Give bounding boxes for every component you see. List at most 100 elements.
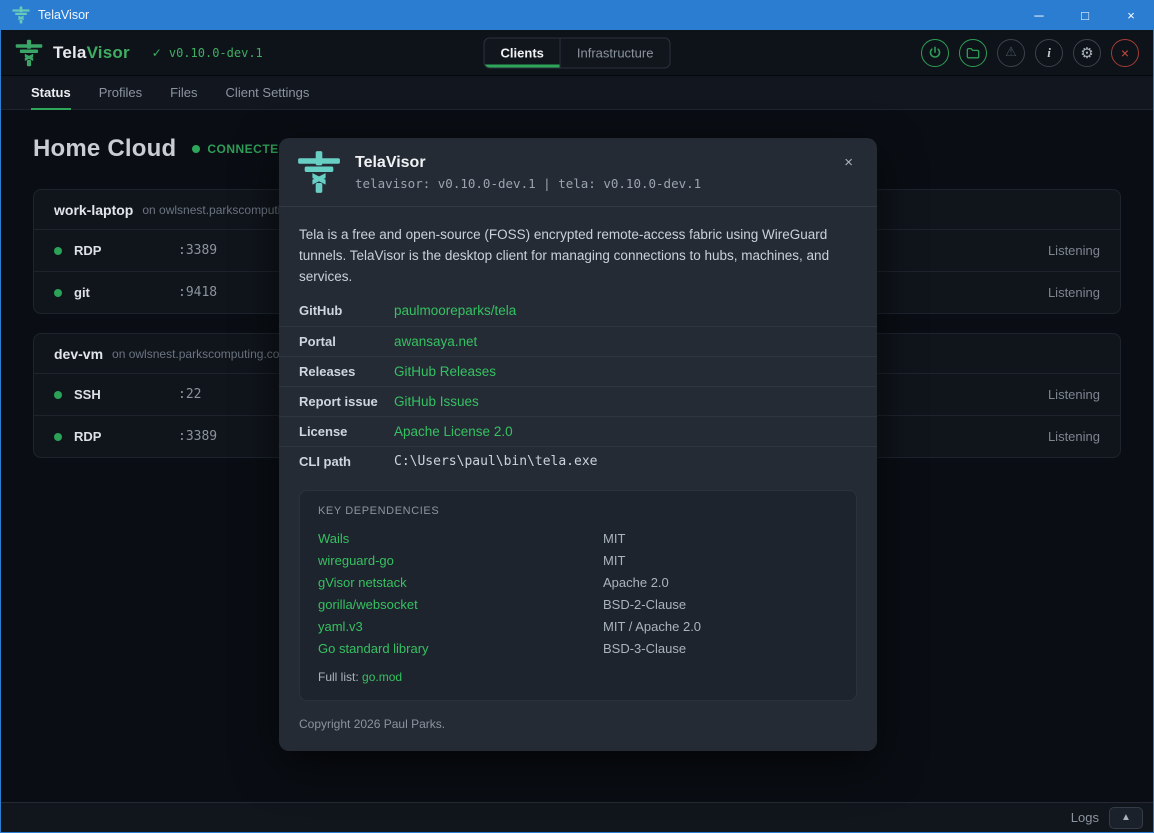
- service-status: Listening: [1048, 429, 1100, 444]
- about-link-row: CLI path C:\Users\paul\bin\tela.exe: [279, 446, 877, 476]
- about-links: GitHub paulmooreparks/tela Portal awansa…: [279, 296, 877, 476]
- close-icon: ×: [1121, 45, 1129, 61]
- subnav-item-status[interactable]: Status: [31, 76, 71, 109]
- link-label: Releases: [299, 364, 394, 379]
- report-issue-link[interactable]: GitHub Issues: [394, 394, 479, 409]
- dependency-link[interactable]: Wails: [318, 531, 603, 546]
- dependency-link[interactable]: gorilla/websocket: [318, 597, 603, 612]
- about-dialog: TelaVisor telavisor: v0.10.0-dev.1 | tel…: [279, 138, 877, 751]
- logs-expand-button[interactable]: ▲: [1109, 807, 1143, 829]
- power-icon: [928, 46, 942, 60]
- minimize-button[interactable]: ─: [1016, 0, 1062, 30]
- full-list-row: Full list: go.mod: [318, 670, 838, 684]
- machine-host: on owlsnest.parkscomputing.com: [112, 347, 289, 361]
- service-name: SSH: [74, 387, 166, 402]
- dependency-license: MIT / Apache 2.0: [603, 619, 701, 634]
- service-port: :22: [178, 387, 201, 402]
- dependency-link[interactable]: yaml.v3: [318, 619, 603, 634]
- os-titlebar: TelaVisor ─ □ ×: [0, 0, 1154, 30]
- service-status-dot-icon: [54, 391, 62, 399]
- folder-button[interactable]: [959, 39, 987, 67]
- brand: TelaVisor ✓ v0.10.0-dev.1: [15, 39, 263, 67]
- about-dialog-header: TelaVisor telavisor: v0.10.0-dev.1 | tel…: [279, 138, 877, 207]
- service-port: :3389: [178, 243, 217, 258]
- dependency-row: Wails MIT: [318, 528, 838, 550]
- service-status-dot-icon: [54, 247, 62, 255]
- github-link[interactable]: paulmooreparks/tela: [394, 303, 516, 318]
- about-button[interactable]: i: [1035, 39, 1063, 67]
- gomod-link[interactable]: go.mod: [362, 670, 402, 684]
- close-window-button[interactable]: ×: [1108, 0, 1154, 30]
- app-logo-icon: [15, 39, 43, 67]
- tab-infrastructure[interactable]: Infrastructure: [560, 38, 670, 67]
- service-status: Listening: [1048, 243, 1100, 258]
- version-indicator: ✓ v0.10.0-dev.1: [152, 46, 263, 60]
- status-bar: Logs ▲: [1, 802, 1153, 832]
- full-list-label: Full list:: [318, 670, 362, 684]
- dependency-link[interactable]: Go standard library: [318, 641, 603, 656]
- about-link-row: GitHub paulmooreparks/tela: [279, 296, 877, 326]
- mode-tabs: Clients Infrastructure: [484, 37, 671, 68]
- check-icon: ✓: [152, 46, 162, 60]
- service-status-dot-icon: [54, 289, 62, 297]
- app-window: TelaVisor ─ □ × TelaVisor ✓ v0.10.0-dev.…: [0, 0, 1154, 833]
- info-icon: i: [1047, 45, 1051, 61]
- dependency-license: MIT: [603, 531, 625, 546]
- about-title-block: TelaVisor telavisor: v0.10.0-dev.1 | tel…: [355, 154, 701, 191]
- maximize-button[interactable]: □: [1062, 0, 1108, 30]
- version-text: v0.10.0-dev.1: [169, 46, 263, 60]
- service-name: RDP: [74, 429, 166, 444]
- link-label: License: [299, 424, 394, 439]
- about-link-row: License Apache License 2.0: [279, 416, 877, 446]
- dependency-license: MIT: [603, 553, 625, 568]
- warnings-button[interactable]: ⚠: [997, 39, 1025, 67]
- app-logo-icon: [297, 150, 341, 194]
- page-title: Home Cloud: [33, 135, 176, 163]
- link-label: Report issue: [299, 394, 394, 409]
- releases-link[interactable]: GitHub Releases: [394, 364, 496, 379]
- dependency-license: BSD-3-Clause: [603, 641, 686, 656]
- link-label: GitHub: [299, 303, 394, 318]
- dependency-link[interactable]: wireguard-go: [318, 553, 603, 568]
- cli-path-value: C:\Users\paul\bin\tela.exe: [394, 454, 598, 469]
- power-button[interactable]: [921, 39, 949, 67]
- about-versions: telavisor: v0.10.0-dev.1 | tela: v0.10.0…: [355, 176, 701, 191]
- connected-dot-icon: [192, 145, 200, 153]
- machine-name: dev-vm: [54, 346, 103, 362]
- dependencies-panel: KEY DEPENDENCIES Wails MIT wireguard-go …: [299, 490, 857, 701]
- about-title: TelaVisor: [355, 154, 701, 172]
- about-description: Tela is a free and open-source (FOSS) en…: [279, 207, 877, 296]
- gear-icon: ⚙: [1080, 44, 1093, 62]
- service-status: Listening: [1048, 285, 1100, 300]
- link-label: CLI path: [299, 454, 394, 469]
- dialog-close-button[interactable]: ×: [838, 150, 859, 175]
- dependency-license: Apache 2.0: [603, 575, 669, 590]
- copyright-text: Copyright 2026 Paul Parks.: [279, 701, 877, 751]
- subnav-item-client-settings[interactable]: Client Settings: [226, 76, 310, 109]
- brand-name: TelaVisor: [53, 43, 130, 63]
- subnav-item-files[interactable]: Files: [170, 76, 197, 109]
- header-actions: ⚠ i ⚙ ×: [921, 39, 1139, 67]
- triangle-up-icon: ▲: [1121, 812, 1131, 823]
- subnav-item-profiles[interactable]: Profiles: [99, 76, 142, 109]
- service-status-dot-icon: [54, 433, 62, 441]
- dependency-row: gorilla/websocket BSD-2-Clause: [318, 594, 838, 616]
- dependency-link[interactable]: gVisor netstack: [318, 575, 603, 590]
- client-subnav: Status Profiles Files Client Settings: [1, 76, 1153, 110]
- about-link-row: Portal awansaya.net: [279, 326, 877, 356]
- service-name: RDP: [74, 243, 166, 258]
- quit-button[interactable]: ×: [1111, 39, 1139, 67]
- app-header: TelaVisor ✓ v0.10.0-dev.1 Clients Infras…: [1, 30, 1153, 76]
- portal-link[interactable]: awansaya.net: [394, 334, 477, 349]
- settings-button[interactable]: ⚙: [1073, 39, 1101, 67]
- warning-icon: ⚠: [1005, 45, 1017, 60]
- tab-clients[interactable]: Clients: [485, 38, 560, 67]
- service-status: Listening: [1048, 387, 1100, 402]
- service-name: git: [74, 285, 166, 300]
- folder-icon: [966, 46, 980, 60]
- dependency-row: gVisor netstack Apache 2.0: [318, 572, 838, 594]
- app-logo-icon: [12, 6, 30, 24]
- license-link[interactable]: Apache License 2.0: [394, 424, 513, 439]
- dependency-row: wireguard-go MIT: [318, 550, 838, 572]
- dependency-row: Go standard library BSD-3-Clause: [318, 638, 838, 660]
